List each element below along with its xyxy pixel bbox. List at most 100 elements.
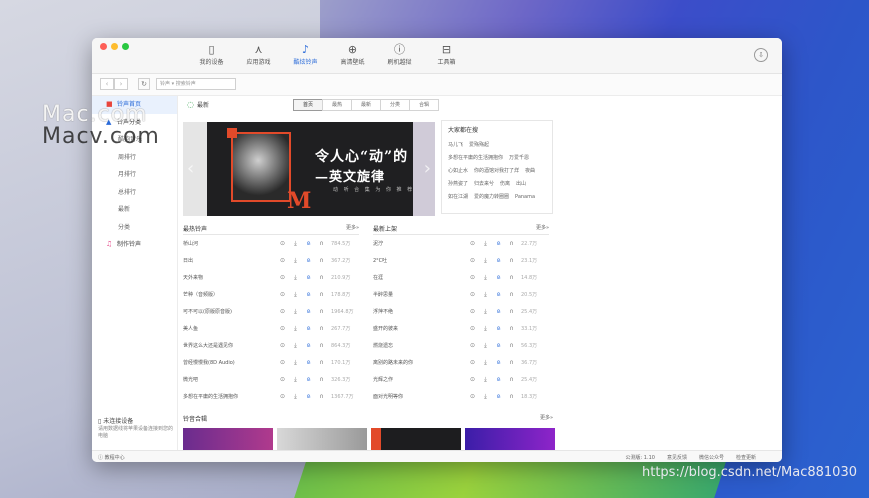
play-icon[interactable]: ⊙ (279, 240, 286, 247)
set-ringtone-icon[interactable]: ⍝ (495, 393, 502, 401)
song-row[interactable]: 可不可以(原版原音版) ⊙ ⤓ ⍝ ∩ 1964.8万 (183, 303, 359, 320)
play-icon[interactable]: ⊙ (279, 257, 286, 264)
download-icon[interactable]: ⤓ (292, 257, 299, 265)
play-icon[interactable]: ⊙ (469, 342, 476, 349)
play-icon[interactable]: ⊙ (279, 308, 286, 315)
song-row[interactable]: 芒种（音频版） ⊙ ⤓ ⍝ ∩ 178.8万 (183, 286, 359, 303)
hot-search-term[interactable]: 万爱千恩 (509, 152, 529, 165)
download-icon[interactable]: ⤓ (482, 376, 489, 384)
song-row[interactable]: 燃烧遗忘 ⊙ ⤓ ⍝ ∩ 56.3万 (373, 337, 549, 354)
help-center-link[interactable]: ⓘ 教程中心 (98, 454, 125, 461)
play-icon[interactable]: ⊙ (279, 359, 286, 366)
download-manager-button[interactable]: ⇩ (754, 48, 768, 62)
filter-home[interactable]: 首页 (293, 99, 323, 111)
download-icon[interactable]: ⤓ (292, 325, 299, 333)
download-icon[interactable]: ⤓ (482, 325, 489, 333)
download-icon[interactable]: ⤓ (482, 308, 489, 316)
play-icon[interactable]: ⊙ (469, 240, 476, 247)
refresh-button[interactable]: ↻ (138, 78, 150, 90)
sidebar-item-monthly[interactable]: 月排行 (92, 166, 177, 184)
nav-tab-device[interactable]: ▯ 我的设备 (188, 43, 235, 66)
download-icon[interactable]: ⤓ (292, 240, 299, 248)
play-icon[interactable]: ⊙ (469, 376, 476, 383)
song-row[interactable]: 浮萍不绝 ⊙ ⤓ ⍝ ∩ 25.4万 (373, 303, 549, 320)
latest-indicator[interactable]: ◌ 最新 (187, 100, 209, 109)
set-ringtone-icon[interactable]: ⍝ (305, 342, 312, 350)
chevron-left-icon[interactable]: ‹ (187, 158, 194, 179)
hot-search-term[interactable]: 归去来兮 (474, 178, 494, 191)
download-icon[interactable]: ⤓ (292, 291, 299, 299)
song-row[interactable]: 天外来物 ⊙ ⤓ ⍝ ∩ 210.9万 (183, 269, 359, 286)
song-row[interactable]: 光辉之作 ⊙ ⤓ ⍝ ∩ 25.4万 (373, 371, 549, 388)
sidebar-item-total[interactable]: 总排行 (92, 184, 177, 202)
collection-thumbnail[interactable] (465, 428, 555, 450)
download-icon[interactable]: ⤓ (482, 257, 489, 265)
nav-tab-apps[interactable]: ⋏ 应用游戏 (235, 43, 282, 66)
collection-thumbnail[interactable] (183, 428, 273, 450)
set-ringtone-icon[interactable]: ⍝ (495, 359, 502, 367)
nav-tab-flash[interactable]: ⓘ 刷机越狱 (376, 43, 423, 66)
check-update-link[interactable]: 检查更新 (736, 454, 756, 461)
sidebar-item-weekly[interactable]: 周排行 (92, 149, 177, 167)
play-icon[interactable]: ⊙ (469, 257, 476, 264)
nav-tab-wallpapers[interactable]: ⊕ 高清壁纸 (329, 43, 376, 66)
feedback-link[interactable]: 意见反馈 (667, 454, 687, 461)
chevron-right-icon[interactable]: › (424, 158, 431, 179)
set-ringtone-icon[interactable]: ⍝ (305, 257, 312, 265)
nav-tab-toolbox[interactable]: ⊟ 工具箱 (423, 43, 470, 66)
hot-search-term[interactable]: 心如止水 (448, 165, 468, 178)
set-ringtone-icon[interactable]: ⍝ (305, 274, 312, 282)
set-ringtone-icon[interactable]: ⍝ (495, 240, 502, 248)
recommend-more-link[interactable]: 更多» (540, 414, 553, 425)
set-ringtone-icon[interactable]: ⍝ (305, 308, 312, 316)
download-icon[interactable]: ⤓ (482, 240, 489, 248)
newest-more-link[interactable]: 更多» (536, 224, 549, 234)
filter-newest[interactable]: 最新 (351, 99, 381, 111)
play-icon[interactable]: ⊙ (279, 393, 286, 400)
download-icon[interactable]: ⤓ (482, 291, 489, 299)
banner-carousel[interactable]: ‹ › M 令人心“动”的 —英文旋律 动 听 合 集 为 你 推 荐 (183, 122, 435, 216)
hot-search-term[interactable]: 爱殇殇起 (469, 139, 489, 152)
wechat-link[interactable]: 微信公众号 (699, 454, 724, 461)
filter-hottest[interactable]: 最热 (322, 99, 352, 111)
download-icon[interactable]: ⤓ (482, 342, 489, 350)
download-icon[interactable]: ⤓ (292, 359, 299, 367)
set-ringtone-icon[interactable]: ⍝ (305, 393, 312, 401)
play-icon[interactable]: ⊙ (279, 376, 286, 383)
search-scope[interactable]: 铃声 (160, 81, 170, 87)
filter-category[interactable]: 分类 (380, 99, 410, 111)
play-icon[interactable]: ⊙ (469, 325, 476, 332)
set-ringtone-icon[interactable]: ⍝ (305, 240, 312, 248)
hot-search-term[interactable]: 伤离 (500, 178, 510, 191)
hot-search-term[interactable]: Panama (515, 191, 535, 204)
minimize-button[interactable] (111, 43, 118, 50)
set-ringtone-icon[interactable]: ⍝ (495, 325, 502, 333)
download-icon[interactable]: ⤓ (292, 393, 299, 401)
set-ringtone-icon[interactable]: ⍝ (305, 376, 312, 384)
set-ringtone-icon[interactable]: ⍝ (495, 257, 502, 265)
play-icon[interactable]: ⊙ (279, 325, 286, 332)
song-row[interactable]: 半醉思量 ⊙ ⤓ ⍝ ∩ 20.5万 (373, 286, 549, 303)
forward-button[interactable]: › (114, 78, 128, 90)
download-icon[interactable]: ⤓ (292, 274, 299, 282)
song-row[interactable]: 盛开的彼来 ⊙ ⤓ ⍝ ∩ 33.1万 (373, 320, 549, 337)
song-row[interactable]: 美人鱼 ⊙ ⤓ ⍝ ∩ 267.7万 (183, 320, 359, 337)
collection-thumbnail[interactable] (277, 428, 367, 450)
song-row[interactable]: 多想在平庸的生活拥抱你 ⊙ ⤓ ⍝ ∩ 1367.7万 (183, 388, 359, 405)
set-ringtone-icon[interactable]: ⍝ (495, 291, 502, 299)
hot-search-term[interactable]: 如在江湖 (448, 191, 468, 204)
download-icon[interactable]: ⤓ (482, 393, 489, 401)
play-icon[interactable]: ⊙ (279, 274, 286, 281)
play-icon[interactable]: ⊙ (279, 291, 286, 298)
song-row[interactable]: 在涯 ⊙ ⤓ ⍝ ∩ 14.8万 (373, 269, 549, 286)
hottest-more-link[interactable]: 更多» (346, 224, 359, 234)
hot-search-term[interactable]: 孙燕姿了 (448, 178, 468, 191)
search-input[interactable]: 铃声 ▾ 搜索铃声 (156, 78, 236, 90)
sidebar-item-latest[interactable]: 最新 (92, 201, 177, 219)
collection-thumbnail[interactable] (371, 428, 461, 450)
song-row[interactable]: 日出 ⊙ ⤓ ⍝ ∩ 367.2万 (183, 252, 359, 269)
set-ringtone-icon[interactable]: ⍝ (495, 376, 502, 384)
back-button[interactable]: ‹ (100, 78, 114, 90)
hot-search-term[interactable]: 马儿飞 (448, 139, 463, 152)
set-ringtone-icon[interactable]: ⍝ (495, 308, 502, 316)
